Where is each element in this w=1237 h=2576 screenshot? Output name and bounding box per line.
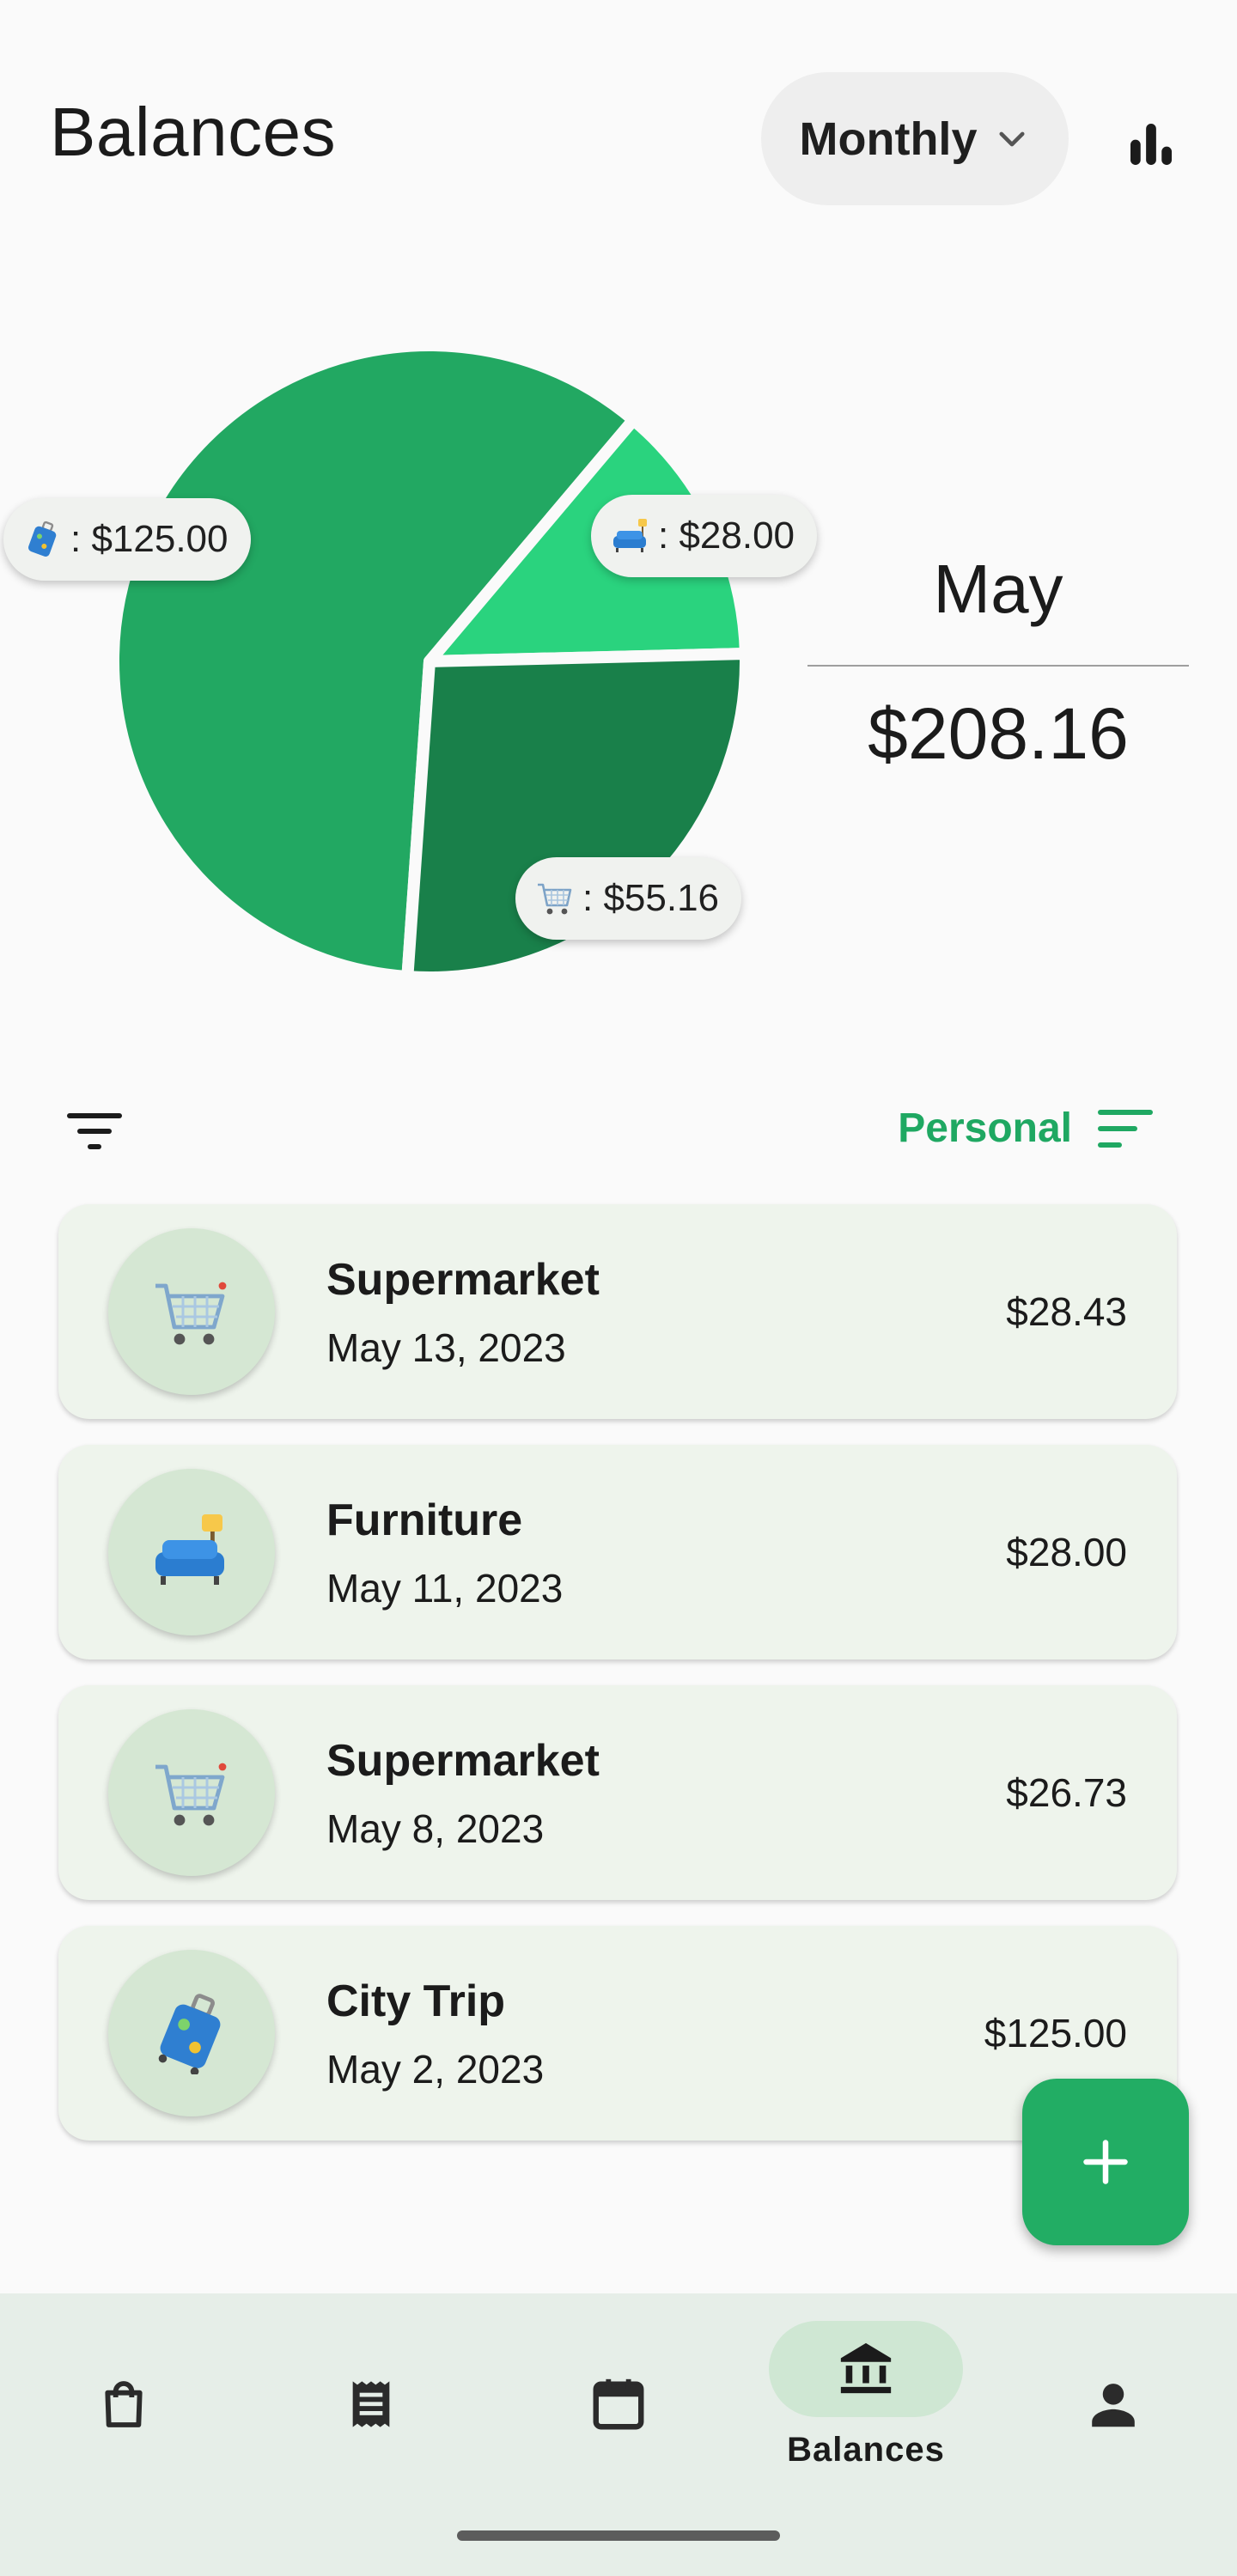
period-select[interactable]: Monthly (761, 72, 1069, 205)
summary-divider (807, 665, 1189, 667)
group-filter-button[interactable]: Personal (898, 1105, 1155, 1152)
sort-icon (1098, 1109, 1153, 1148)
pie-label-groceries-value: : $55.16 (582, 877, 720, 919)
shopping-cart-icon (155, 1282, 227, 1345)
summary-month: May (933, 551, 1063, 627)
transaction-avatar (108, 1228, 275, 1395)
period-select-value: Monthly (799, 113, 978, 165)
pie-label-groceries: : $55.16 (515, 857, 742, 940)
shopping-bag-icon (105, 2381, 143, 2427)
pie-label-travel: : $125.00 (3, 498, 251, 581)
chevron-down-icon (999, 131, 1026, 146)
suitcase-icon (28, 521, 57, 557)
transaction-row[interactable]: Furniture May 11, 2023 $28.00 (58, 1445, 1177, 1659)
calendar-icon (593, 2378, 644, 2430)
transaction-name: Furniture (326, 1495, 523, 1545)
nav-item-calendar[interactable] (495, 2293, 742, 2508)
nav-item-profile[interactable] (990, 2293, 1237, 2508)
transaction-avatar (108, 1950, 275, 2116)
nav-item-receipts[interactable] (247, 2293, 495, 2508)
transaction-date: May 2, 2023 (326, 2047, 545, 2092)
transaction-avatar (108, 1709, 275, 1876)
transaction-row[interactable]: Supermarket May 8, 2023 $26.73 (58, 1685, 1177, 1900)
nav-item-balances-label: Balances (787, 2431, 945, 2469)
transaction-row[interactable]: Supermarket May 13, 2023 $28.43 (58, 1204, 1177, 1419)
person-icon (1092, 2384, 1135, 2427)
transaction-date: May 8, 2023 (326, 1806, 545, 1851)
transaction-avatar (108, 1469, 275, 1635)
pie-label-travel-value: : $125.00 (70, 518, 229, 560)
couch-lamp-icon (613, 519, 647, 552)
page-title: Balances (50, 94, 337, 170)
transaction-list: Supermarket May 13, 2023 $28.43 Furnitur… (58, 1204, 1177, 2166)
group-filter-label: Personal (898, 1105, 1072, 1151)
shopping-cart-icon (155, 1763, 227, 1826)
couch-lamp-icon (155, 1514, 224, 1585)
balances-screen: Balances Monthly : $125.00: $28.00: $5… (0, 0, 1237, 2576)
transaction-amount: $125.00 (984, 2011, 1127, 2055)
chart-toggle-button[interactable] (1117, 110, 1185, 179)
plus-icon (1083, 2140, 1128, 2184)
transaction-amount: $28.00 (1006, 1530, 1127, 1574)
transaction-name: Supermarket (326, 1255, 600, 1305)
add-transaction-button[interactable] (1022, 2079, 1189, 2245)
transaction-name: Supermarket (326, 1736, 600, 1786)
transaction-row[interactable]: City Trip May 2, 2023 $125.00 (58, 1926, 1177, 2141)
nav-item-shopping[interactable] (0, 2293, 247, 2508)
transaction-amount: $26.73 (1006, 1770, 1127, 1815)
shopping-cart-icon (538, 883, 572, 915)
transaction-amount: $28.43 (1006, 1289, 1127, 1334)
nav-item-balances[interactable]: Balances (742, 2293, 990, 2508)
transaction-date: May 13, 2023 (326, 1325, 566, 1370)
bank-icon (840, 2342, 892, 2394)
filter-icon[interactable] (65, 1110, 125, 1153)
home-indicator (457, 2530, 780, 2541)
pie-label-furniture: : $28.00 (591, 495, 818, 577)
pie-label-furniture-value: : $28.00 (658, 515, 795, 557)
summary-total: $208.16 (868, 693, 1129, 774)
bar-chart-icon (1130, 124, 1172, 165)
receipt-icon (352, 2381, 390, 2427)
suitcase-icon (158, 1994, 221, 2074)
transaction-date: May 11, 2023 (326, 1566, 564, 1611)
transaction-name: City Trip (326, 1976, 506, 2026)
